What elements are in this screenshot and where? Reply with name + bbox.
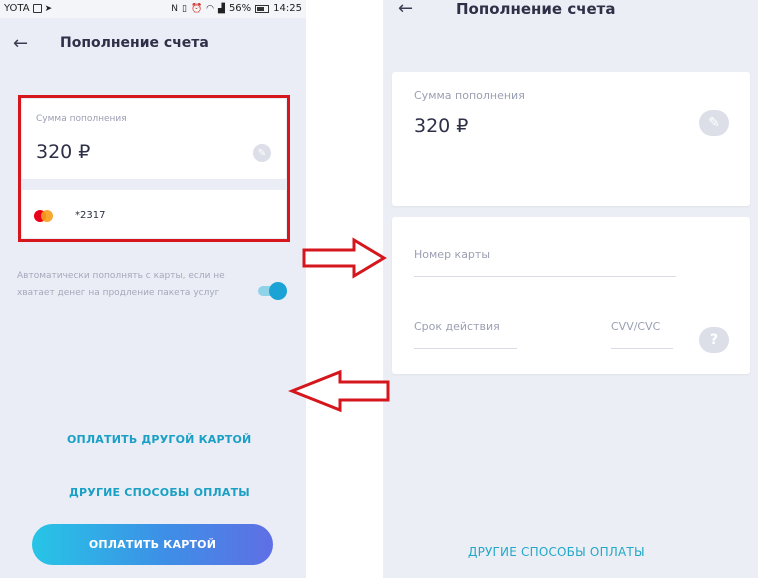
battery-icon xyxy=(255,4,270,13)
signal-icon: ▟ xyxy=(218,3,225,14)
status-bar-right: N ▯ ⏰ ◠ ▟ 56% 14:25 xyxy=(171,3,302,14)
notification-icon xyxy=(32,4,42,13)
amount-value: 320 ₽ xyxy=(414,115,469,137)
transition-arrows xyxy=(288,237,390,413)
card-details-form: Номер карты Срок действия CVV/CVC ? xyxy=(392,217,750,374)
vibrate-icon: ▯ xyxy=(181,3,187,14)
status-bar-left: YOTA ➤ xyxy=(4,3,52,14)
back-arrow-icon[interactable]: ← xyxy=(398,0,413,18)
pay-by-card-button[interactable]: ОПЛАТИТЬ КАРТОЙ xyxy=(32,524,273,565)
cvv-placeholder[interactable]: CVV/CVC xyxy=(611,320,660,333)
cvv-underline xyxy=(611,348,673,349)
page-title: Пополнение счета xyxy=(456,0,616,18)
status-bar: YOTA ➤ N ▯ ⏰ ◠ ▟ 56% 14:25 xyxy=(0,0,306,18)
other-methods-link[interactable]: ДРУГИЕ СПОСОБЫ ОПЛАТЫ xyxy=(468,545,645,559)
expiry-placeholder[interactable]: Срок действия xyxy=(414,320,500,333)
wifi-icon: ◠ xyxy=(206,3,215,14)
comparison-screenshot: YOTA ➤ N ▯ ⏰ ◠ ▟ 56% 14:25 ← Пополнение … xyxy=(0,0,758,578)
help-icon[interactable]: ? xyxy=(699,327,729,353)
right-arrow-icon xyxy=(302,237,387,279)
battery-percent: 56% xyxy=(228,3,252,14)
carrier-label: YOTA xyxy=(4,3,30,14)
auto-topup-toggle[interactable] xyxy=(256,282,287,300)
telegram-icon: ➤ xyxy=(44,3,53,14)
right-phone-screen: ← Пополнение счета Сумма пополнения 320 … xyxy=(383,0,758,578)
highlight-frame xyxy=(18,95,290,242)
clock: 14:25 xyxy=(273,3,302,14)
toggle-knob xyxy=(269,282,287,300)
page-title: Пополнение счета xyxy=(60,35,209,51)
amount-label: Сумма пополнения xyxy=(414,89,525,102)
back-arrow-icon[interactable]: ← xyxy=(13,35,28,53)
left-header: ← Пополнение счета xyxy=(0,30,306,58)
card-number-underline xyxy=(414,276,676,277)
nfc-icon: N xyxy=(171,3,178,14)
auto-topup-text: Автоматически пополнять с карты, если не… xyxy=(17,271,225,298)
amount-card[interactable]: Сумма пополнения 320 ₽ ✎ xyxy=(392,72,750,206)
other-methods-link[interactable]: ДРУГИЕ СПОСОБЫ ОПЛАТЫ xyxy=(69,486,250,499)
left-phone-screen: YOTA ➤ N ▯ ⏰ ◠ ▟ 56% 14:25 ← Пополнение … xyxy=(0,0,306,578)
alarm-icon: ⏰ xyxy=(190,3,203,14)
pay-other-card-link[interactable]: ОПЛАТИТЬ ДРУГОЙ КАРТОЙ xyxy=(67,433,251,446)
card-number-placeholder[interactable]: Номер карты xyxy=(414,248,490,261)
edit-pencil-icon[interactable]: ✎ xyxy=(699,110,729,136)
left-arrow-icon xyxy=(288,369,390,413)
expiry-underline xyxy=(414,348,517,349)
